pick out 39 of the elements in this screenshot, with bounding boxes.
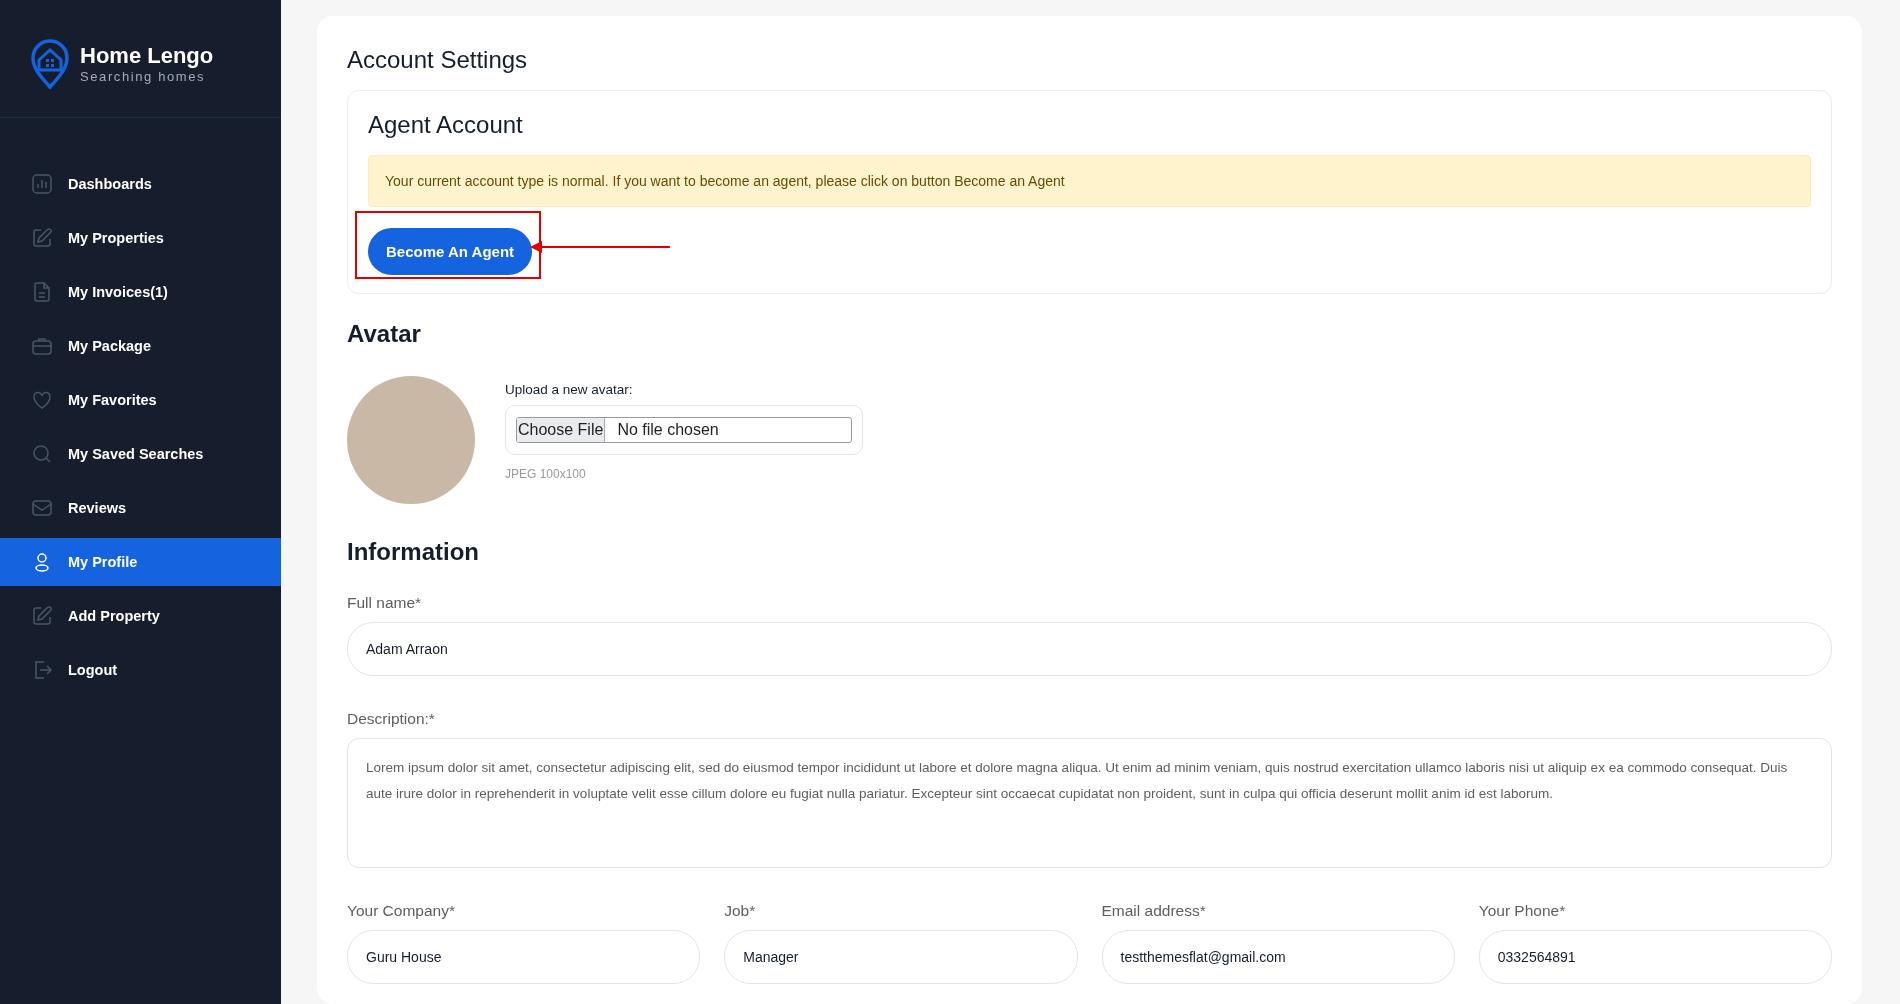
chart-icon (30, 172, 54, 196)
upload-hint: JPEG 100x100 (505, 467, 587, 481)
sidebar-item[interactable]: Reviews (0, 484, 281, 532)
edit-icon (30, 604, 54, 628)
field-label: Your Phone* (1478, 902, 1567, 920)
input-field[interactable]: Guru House (347, 930, 701, 984)
sidebar-item[interactable]: Add Property (0, 592, 281, 640)
description-field[interactable]: Lorem ipsum dolor sit amet, consectetur adipiscing elit, sed do eiusmod tempor incididunt ut labore et dolore magna aliqua. Ut enim ad minim veniam, quis nostrud exercitation ullamco laboris nisi ut aliquip ex ea commodo consequat. Duis aute irure dolor in reprehenderit in voluptate velit esse cillum dolore eu fugiat nulla pariatur. Excepteur sint occaecat cupidatat non proident, sunt in culpa qui officia deserunt mollit anim id est laborum. (347, 738, 1832, 868)
sidebar-item[interactable]: My Invoices(1) (0, 268, 281, 316)
file-status: No file chosen (616, 421, 719, 439)
input-field[interactable]: Manager (724, 930, 1078, 984)
field-label: Description:* (347, 710, 436, 728)
edit-icon (30, 226, 54, 250)
map-pin-house-icon (30, 37, 70, 90)
field-label: Job* (724, 902, 757, 920)
field-label: Email address* (1101, 902, 1207, 920)
sidebar-item[interactable]: My Properties (0, 214, 281, 262)
sidebar-item[interactable]: My Profile (0, 538, 281, 586)
sidebar-item[interactable]: My Saved Searches (0, 430, 281, 478)
section-title: Information (347, 538, 480, 566)
field-label: Your Company* (347, 902, 456, 920)
sidebar-item[interactable]: Dashboards (0, 160, 281, 208)
choose-file-button[interactable]: Choose File (517, 418, 606, 442)
sidebar-item[interactable]: My Package (0, 322, 281, 370)
section-title: Avatar (347, 320, 422, 348)
file-field[interactable]: Choose File No file chosen (516, 417, 852, 443)
become-agent-button[interactable]: Become An Agent (368, 228, 533, 275)
input-field[interactable]: 0332564891 (1478, 930, 1832, 984)
upload-label: Upload a new avatar: (505, 382, 634, 397)
sidebar-item[interactable]: My Favorites (0, 376, 281, 424)
notice-alert: Your current account type is normal. If you want to become an agent, please click on button Become an Agent (368, 155, 1811, 207)
input-field[interactable]: Adam Arraon (347, 622, 1832, 676)
page-title: Account Settings (347, 46, 529, 74)
logo-title: Home Lengo (80, 43, 214, 69)
field-label: Full name* (347, 594, 423, 612)
section-title: Agent Account (368, 111, 524, 139)
logo-subtitle: Searching homes (80, 69, 207, 84)
sidebar-item[interactable]: Logout (0, 646, 281, 694)
input-field[interactable]: testthemesflat@gmail.com (1101, 930, 1455, 984)
